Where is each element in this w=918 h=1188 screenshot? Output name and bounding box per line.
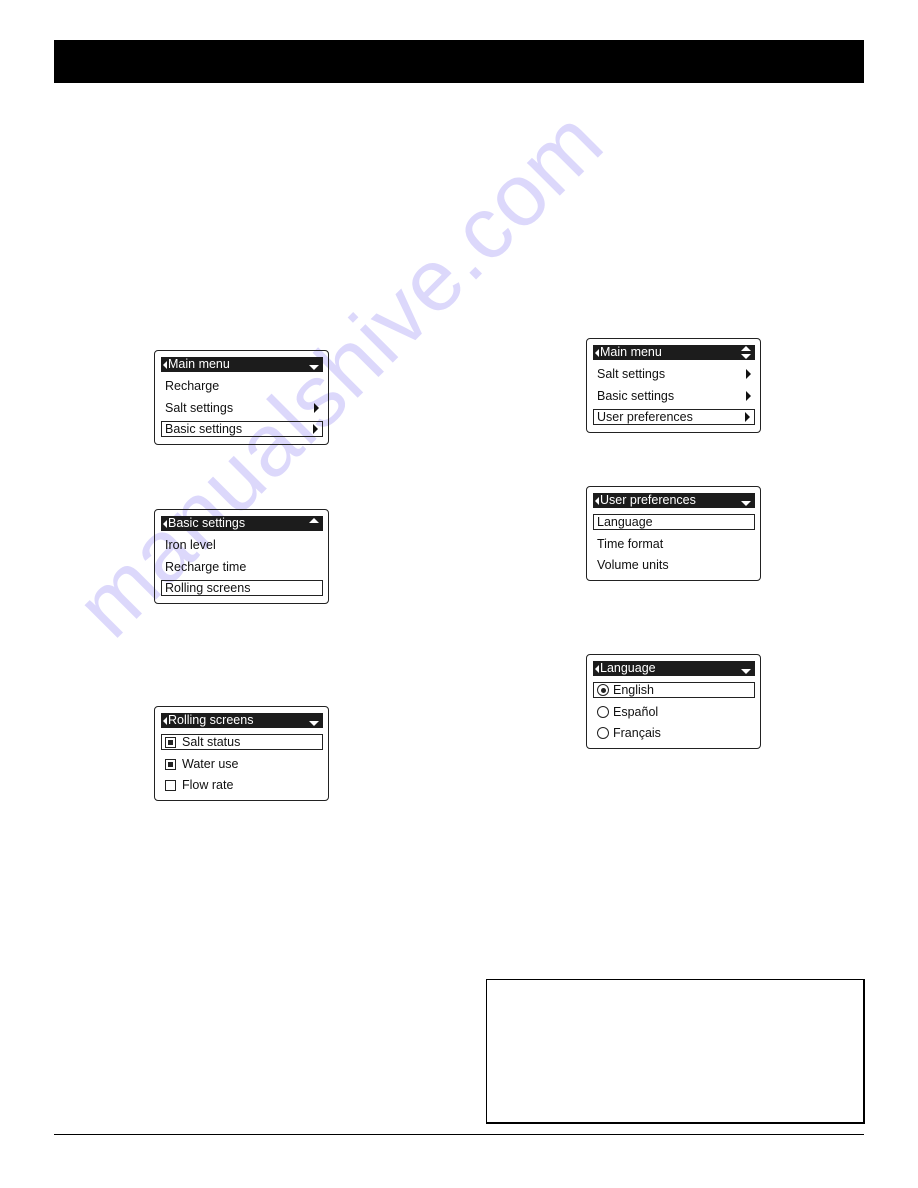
- lcd-screen-user-preferences: User preferences Language Time format Vo…: [586, 486, 761, 581]
- menu-item-label: Volume units: [597, 558, 669, 572]
- checkbox-checked-icon[interactable]: [165, 736, 176, 748]
- back-arrow-icon: [163, 716, 167, 725]
- scroll-up-icon: [741, 346, 751, 351]
- screen-title: Main menu: [168, 357, 230, 371]
- menu-item-recharge-time[interactable]: Recharge time: [161, 559, 323, 575]
- submenu-arrow-icon: [746, 369, 751, 379]
- scroll-indicator: [741, 345, 751, 360]
- radio-selected-icon[interactable]: [597, 684, 609, 696]
- scroll-up-icon: [309, 518, 319, 523]
- menu-item-recharge[interactable]: Recharge: [161, 378, 323, 394]
- screen-title-bar[interactable]: Language: [593, 661, 755, 676]
- checkbox-label: Water use: [182, 757, 239, 771]
- back-arrow-icon: [595, 496, 599, 505]
- checkbox-unchecked-icon[interactable]: [165, 779, 176, 791]
- screen-title: User preferences: [600, 493, 696, 507]
- radio-item-espanol[interactable]: Español: [593, 704, 755, 720]
- radio-label: English: [613, 683, 654, 697]
- menu-item-label: Salt settings: [165, 401, 234, 415]
- page-header-bar: [54, 40, 864, 83]
- lcd-screen-rolling-screens: Rolling screens Salt status Water use Fl…: [154, 706, 329, 801]
- back-arrow-icon: [595, 348, 599, 357]
- lcd-screen-main-menu-1: Main menu Recharge Salt settings Basic s…: [154, 350, 329, 445]
- menu-item-label: User preferences: [597, 410, 693, 424]
- scroll-down-icon: [741, 501, 751, 506]
- radio-item-english[interactable]: English: [593, 682, 755, 698]
- lcd-screen-basic-settings: Basic settings Iron level Recharge time …: [154, 509, 329, 604]
- screen-title-bar[interactable]: Main menu: [593, 345, 755, 360]
- radio-item-francais[interactable]: Français: [593, 725, 755, 741]
- watermark: manualshive.com: [56, 90, 622, 656]
- radio-unselected-icon[interactable]: [597, 706, 609, 718]
- screen-title: Basic settings: [168, 516, 246, 530]
- menu-item-salt-settings[interactable]: Salt settings: [593, 366, 755, 382]
- menu-item-label: Time format: [597, 537, 664, 551]
- menu-item-label: Rolling screens: [165, 581, 251, 595]
- menu-item-volume-units[interactable]: Volume units: [593, 557, 755, 573]
- checkbox-label: Salt status: [182, 735, 241, 749]
- checkbox-item-water-use[interactable]: Water use: [161, 756, 323, 772]
- submenu-arrow-icon: [313, 424, 318, 434]
- scroll-indicator: [741, 493, 751, 508]
- menu-item-basic-settings[interactable]: Basic settings: [161, 421, 323, 437]
- screen-title: Rolling screens: [168, 713, 254, 727]
- submenu-arrow-icon: [314, 403, 319, 413]
- radio-label: Français: [613, 726, 661, 740]
- checkbox-checked-icon[interactable]: [165, 758, 176, 770]
- scroll-down-icon: [309, 365, 319, 370]
- screen-title: Main menu: [600, 345, 662, 359]
- scroll-indicator: [309, 713, 319, 728]
- checkbox-item-salt-status[interactable]: Salt status: [161, 734, 323, 750]
- back-arrow-icon: [595, 664, 599, 673]
- lcd-screen-main-menu-2: Main menu Salt settings Basic settings U…: [586, 338, 761, 433]
- screen-title: Language: [600, 661, 656, 675]
- screen-title-bar[interactable]: Basic settings: [161, 516, 323, 531]
- submenu-arrow-icon: [746, 391, 751, 401]
- radio-unselected-icon[interactable]: [597, 727, 609, 739]
- footer-rule: [54, 1134, 864, 1135]
- checkbox-label: Flow rate: [182, 778, 234, 792]
- screen-title-bar[interactable]: Rolling screens: [161, 713, 323, 728]
- note-box: [486, 979, 865, 1124]
- menu-item-label: Basic settings: [165, 422, 243, 436]
- menu-item-label: Recharge time: [165, 560, 247, 574]
- radio-label: Español: [613, 705, 659, 719]
- scroll-down-icon: [741, 354, 751, 359]
- checkbox-item-flow-rate[interactable]: Flow rate: [161, 777, 323, 793]
- scroll-indicator: [309, 516, 319, 531]
- menu-item-label: Iron level: [165, 538, 216, 552]
- menu-item-label: Salt settings: [597, 367, 666, 381]
- screen-title-bar[interactable]: Main menu: [161, 357, 323, 372]
- lcd-screen-language: Language English Español Français: [586, 654, 761, 749]
- menu-item-rolling-screens[interactable]: Rolling screens: [161, 580, 323, 596]
- back-arrow-icon: [163, 360, 167, 369]
- scroll-indicator: [741, 661, 751, 676]
- menu-item-iron-level[interactable]: Iron level: [161, 537, 323, 553]
- scroll-down-icon: [741, 669, 751, 674]
- back-arrow-icon: [163, 519, 167, 528]
- menu-item-language[interactable]: Language: [593, 514, 755, 530]
- screen-title-bar[interactable]: User preferences: [593, 493, 755, 508]
- menu-item-user-preferences[interactable]: User preferences: [593, 409, 755, 425]
- menu-item-label: Language: [597, 515, 653, 529]
- submenu-arrow-icon: [745, 412, 750, 422]
- menu-item-salt-settings[interactable]: Salt settings: [161, 400, 323, 416]
- scroll-indicator: [309, 357, 319, 372]
- scroll-down-icon: [309, 721, 319, 726]
- menu-item-label: Recharge: [165, 379, 220, 393]
- menu-item-label: Basic settings: [597, 389, 675, 403]
- menu-item-time-format[interactable]: Time format: [593, 536, 755, 552]
- menu-item-basic-settings[interactable]: Basic settings: [593, 388, 755, 404]
